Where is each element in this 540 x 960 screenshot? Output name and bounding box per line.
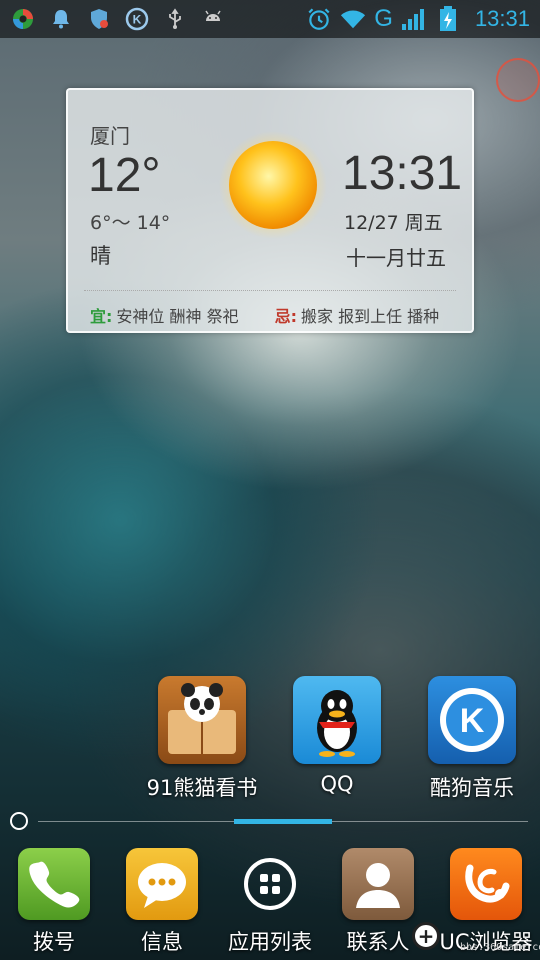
page-indicator[interactable] [0,808,540,832]
signal-icon [401,6,427,32]
wallpaper-seal-icon [496,58,540,102]
app-kugou-music[interactable]: K 酷狗音乐 [407,676,537,802]
widget-clock[interactable]: 13:31 [342,146,462,201]
panda-reader-icon [158,676,246,764]
home-page-icon[interactable] [10,812,28,830]
sunny-icon [218,130,328,240]
uc-browser-icon [450,848,522,920]
app-label: 酷狗音乐 [430,776,514,800]
contacts-icon [342,848,414,920]
dock-label: 应用列表 [228,930,312,954]
dock-dialer[interactable]: 拨号 [0,848,108,956]
almanac-row: 宜: 安神位 酬神 祭祀 忌: 搬家 报到上任 播种 [90,303,439,327]
watermark-url: bbs.360safe.com [460,942,540,953]
qq-penguin-icon [293,676,381,764]
dock-messages[interactable]: 信息 [108,848,216,956]
dock-uc-browser[interactable]: UC浏览器 [432,848,540,956]
active-page-marker [234,819,332,824]
alarm-clock-icon [306,6,332,32]
almanac-ji-label: 忌: [274,307,297,326]
weather-condition: 晴 [90,244,111,268]
dock-app-drawer[interactable]: 应用列表 [216,848,324,956]
dock-label: 信息 [141,930,183,954]
battery-charging-icon [435,6,461,32]
dock-label: 拨号 [33,930,75,954]
almanac-ji-text: 搬家 报到上任 播种 [301,307,440,326]
status-time: 13:31 [474,6,530,31]
kugou-icon: K [124,6,150,32]
app-drawer-icon [234,848,306,920]
notification-bell-icon [48,6,74,32]
almanac-yi: 宜: 安神位 酬神 祭祀 [90,303,239,327]
svg-text:K: K [460,702,485,740]
weather-city: 厦门 [90,124,130,148]
network-type-label: G [374,5,393,32]
app-qq[interactable]: QQ [272,676,402,796]
almanac-ji: 忌: 搬家 报到上任 播种 [275,303,440,327]
wifi-icon [340,6,366,32]
weather-clock-widget[interactable]: 厦门 12° 6°～ 14° 晴 13:31 12/27 周五 十一月廿五 宜:… [66,88,474,333]
app-label: QQ [320,772,354,796]
message-icon [126,848,198,920]
kugou-music-icon: K [428,676,516,764]
weather-temperature: 12° [88,149,161,202]
security-shield-icon [86,6,112,32]
svg-text:K: K [133,13,142,27]
app-store-icon [10,6,36,32]
android-debug-icon [200,6,226,32]
watermark-plus-icon: + [412,922,440,950]
almanac-yi-label: 宜: [90,307,113,326]
status-bar[interactable]: K G 13:31 [0,0,540,38]
app-panda-reader[interactable]: 91熊猫看书 [137,676,267,802]
widget-date: 12/27 周五 [344,212,443,234]
forum-watermark: + bbs.360safe.com [412,916,540,956]
almanac-yi-text: 安神位 酬神 祭祀 [116,307,239,326]
widget-lunar-date: 十一月廿五 [346,246,446,270]
usb-icon [162,6,188,32]
app-label: 91熊猫看书 [146,776,258,800]
widget-divider [84,290,456,291]
phone-icon [18,848,90,920]
weather-range: 6°～ 14° [90,212,171,234]
